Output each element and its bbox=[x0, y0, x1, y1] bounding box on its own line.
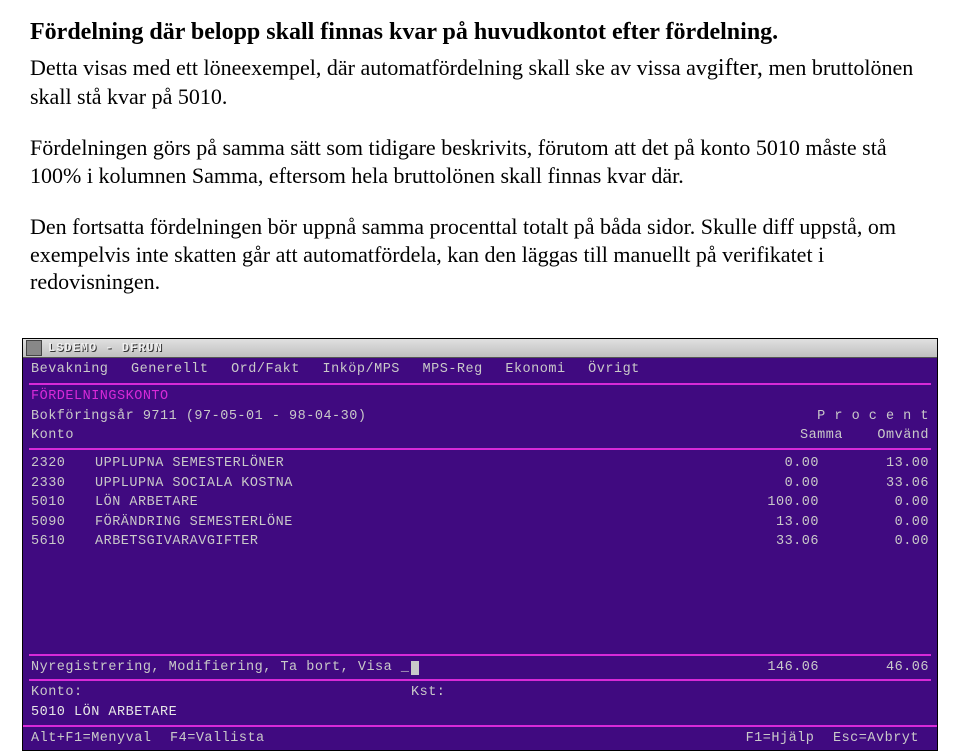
window-title: LSDEMO - DFRUN bbox=[48, 341, 163, 355]
kst-field-label: Kst: bbox=[411, 683, 929, 703]
procent-header: P r o c e n t bbox=[817, 407, 929, 427]
divider bbox=[29, 654, 931, 656]
row-samma: 0.00 bbox=[709, 454, 819, 474]
subheader-row1: Bokföringsår 9711 (97-05-01 - 98-04-30) … bbox=[23, 407, 937, 427]
menu-generellt[interactable]: Generellt bbox=[131, 362, 208, 377]
col-samma: Samma bbox=[800, 428, 843, 443]
row-samma: 0.00 bbox=[709, 474, 819, 494]
window-titlebar: LSDEMO - DFRUN bbox=[23, 339, 937, 358]
row-code: 2320 bbox=[31, 454, 95, 474]
row-samma: 33.06 bbox=[709, 532, 819, 552]
table-row: 2330 UPPLUPNA SOCIALA KOSTNA 0.00 33.06 bbox=[31, 474, 929, 494]
row-omvand: 13.00 bbox=[819, 454, 929, 474]
p3a: Den fortsatta fördelningen bör uppnå sam… bbox=[30, 214, 695, 239]
konto-detail: 5010 LÖN ARBETARE bbox=[23, 703, 937, 725]
row-omvand: 0.00 bbox=[819, 513, 929, 533]
section-title: FÖRDELNINGSKONTO bbox=[23, 387, 937, 407]
spacer bbox=[23, 556, 937, 652]
menu-inkopmps[interactable]: Inköp/MPS bbox=[322, 362, 399, 377]
system-menu-icon[interactable] bbox=[26, 340, 42, 356]
menu-mpsreg[interactable]: MPS-Reg bbox=[423, 362, 483, 377]
hint-hjalp: F1=Hjälp bbox=[746, 731, 815, 746]
row-name: LÖN ARBETARE bbox=[95, 493, 709, 513]
table-row: 2320 UPPLUPNA SEMESTERLÖNER 0.00 13.00 bbox=[31, 454, 929, 474]
row-name: ARBETSGIVARAVGIFTER bbox=[95, 532, 709, 552]
row-code: 5090 bbox=[31, 513, 95, 533]
table-row: 5610 ARBETSGIVARAVGIFTER 33.06 0.00 bbox=[31, 532, 929, 552]
table-row: 5010 LÖN ARBETARE 100.00 0.00 bbox=[31, 493, 929, 513]
doc-heading: Fördelning där belopp skall finnas kvar … bbox=[30, 18, 930, 47]
divider bbox=[29, 383, 931, 385]
col-omvand: Omvänd bbox=[877, 428, 929, 443]
row-name: FÖRÄNDRING SEMESTERLÖNE bbox=[95, 513, 709, 533]
data-table: 2320 UPPLUPNA SEMESTERLÖNER 0.00 13.00 2… bbox=[23, 452, 937, 556]
menu-ekonomi[interactable]: Ekonomi bbox=[505, 362, 565, 377]
row-samma: 100.00 bbox=[709, 493, 819, 513]
menu-ordfakt[interactable]: Ord/Fakt bbox=[231, 362, 300, 377]
row-omvand: 33.06 bbox=[819, 474, 929, 494]
row-omvand: 0.00 bbox=[819, 493, 929, 513]
table-row: 5090 FÖRÄNDRING SEMESTERLÖNE 13.00 0.00 bbox=[31, 513, 929, 533]
menu-ovrigt[interactable]: Övrigt bbox=[588, 362, 640, 377]
doc-intro: Detta visas med ett löneexempel, där aut… bbox=[30, 53, 930, 111]
statusbar: Alt+F1=Menyval F4=Vallista F1=Hjälp Esc=… bbox=[23, 725, 937, 751]
hint-menyval: Alt+F1=Menyval bbox=[31, 731, 151, 746]
menubar: Bevakning Generellt Ord/Fakt Inköp/MPS M… bbox=[23, 358, 937, 382]
row-samma: 13.00 bbox=[709, 513, 819, 533]
intro-tail: ifter, bbox=[718, 55, 763, 81]
divider bbox=[29, 448, 931, 450]
hint-avbryt: Esc=Avbryt bbox=[833, 731, 919, 746]
row-name: UPPLUPNA SOCIALA KOSTNA bbox=[95, 474, 709, 494]
row-code: 5010 bbox=[31, 493, 95, 513]
subheader-row2: Konto Samma Omvänd bbox=[23, 426, 937, 446]
prompt-text: Nyregistrering, Modifiering, Ta bort, Vi… bbox=[31, 660, 409, 675]
hint-vallista: F4=Vallista bbox=[170, 731, 265, 746]
cursor-icon bbox=[411, 661, 419, 675]
divider bbox=[29, 679, 931, 681]
menu-bevakning[interactable]: Bevakning bbox=[31, 362, 108, 377]
column-headers: Samma Omvänd bbox=[800, 426, 929, 446]
doc-p3: Den fortsatta fördelningen bör uppnå sam… bbox=[30, 213, 930, 296]
konto-field-label: Konto: bbox=[31, 683, 411, 703]
footer-fields: Konto: Kst: bbox=[31, 683, 929, 703]
bokforingsar: Bokföringsår 9711 (97-05-01 - 98-04-30) bbox=[31, 407, 817, 427]
row-omvand: 0.00 bbox=[819, 532, 929, 552]
total-samma: 146.06 bbox=[709, 658, 819, 678]
row-code: 5610 bbox=[31, 532, 95, 552]
footer-prompt-row: Nyregistrering, Modifiering, Ta bort, Vi… bbox=[31, 658, 929, 678]
row-name: UPPLUPNA SEMESTERLÖNER bbox=[95, 454, 709, 474]
row-code: 2330 bbox=[31, 474, 95, 494]
total-omvand: 46.06 bbox=[819, 658, 929, 678]
command-prompt[interactable]: Nyregistrering, Modifiering, Ta bort, Vi… bbox=[31, 658, 709, 678]
terminal-window: LSDEMO - DFRUN Bevakning Generellt Ord/F… bbox=[22, 338, 938, 751]
intro-part1: Detta visas med ett löneexempel, där aut… bbox=[30, 55, 718, 80]
doc-p2: Fördelningen görs på samma sätt som tidi… bbox=[30, 134, 930, 189]
konto-header: Konto bbox=[31, 426, 800, 446]
